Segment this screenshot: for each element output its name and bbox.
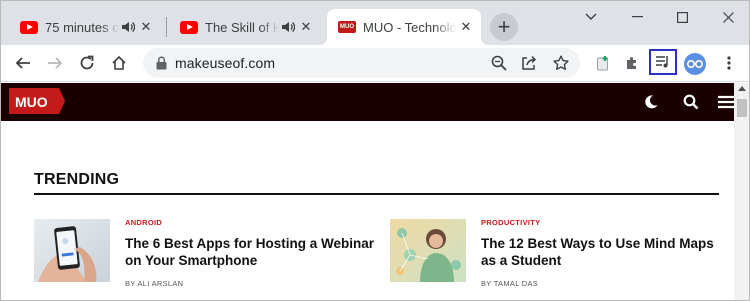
article-title-line[interactable]: as a Student xyxy=(481,252,714,269)
article-thumbnail[interactable] xyxy=(34,219,110,282)
muo-icon: MUO xyxy=(338,21,356,33)
scroll-thumb[interactable] xyxy=(737,99,747,117)
tab-title: The Skill of Hu xyxy=(205,19,279,35)
close-window-icon[interactable] xyxy=(705,1,749,33)
article-title[interactable]: The 6 Best Apps for Hosting a Webinar on… xyxy=(125,235,374,269)
article-category[interactable]: PRODUCTIVITY xyxy=(481,218,540,227)
article-title-line[interactable]: The 6 Best Apps for Hosting a Webinar xyxy=(125,235,374,252)
section-title: TRENDING xyxy=(34,171,120,188)
media-controls-button[interactable] xyxy=(649,49,677,75)
close-tab-icon[interactable]: ✕ xyxy=(457,18,475,36)
scroll-up-arrow-icon[interactable] xyxy=(738,86,746,91)
lock-icon[interactable] xyxy=(153,55,169,71)
close-tab-icon[interactable]: ✕ xyxy=(297,18,315,36)
page-scrollbar[interactable] xyxy=(734,83,749,300)
web-page: MUO TRENDING ANDROID The 6 Best Apps for… xyxy=(1,83,749,300)
article-title-line[interactable]: on Your Smartphone xyxy=(125,252,374,269)
dark-mode-moon-icon[interactable] xyxy=(641,92,661,112)
address-bar[interactable]: makeuseof.com xyxy=(143,48,580,78)
bookmark-star-icon[interactable] xyxy=(549,51,573,75)
tab-youtube-2[interactable]: The Skill of Hu ✕ xyxy=(169,9,321,45)
close-tab-icon[interactable]: ✕ xyxy=(137,18,155,36)
tab-separator xyxy=(166,17,167,37)
tab-search-icon[interactable] xyxy=(568,1,614,33)
home-icon[interactable] xyxy=(105,49,133,77)
youtube-icon xyxy=(20,20,38,34)
playlist-icon xyxy=(656,56,668,68)
article-thumbnail[interactable] xyxy=(390,219,466,282)
minimize-icon[interactable] xyxy=(614,1,660,33)
youtube-icon xyxy=(180,20,198,34)
browser-window: 75 minutes of ✕ The Skill of Hu ✕ MUO MU… xyxy=(0,0,750,301)
zoom-icon[interactable] xyxy=(487,51,511,75)
tab-title: MUO - Technology xyxy=(363,19,457,35)
search-icon[interactable] xyxy=(681,92,701,112)
speaker-icon[interactable] xyxy=(279,21,297,33)
extension-doc-icon[interactable] xyxy=(589,49,617,77)
tab-strip: 75 minutes of ✕ The Skill of Hu ✕ MUO MU… xyxy=(1,1,749,45)
svg-text:MUO: MUO xyxy=(15,94,48,110)
tab-youtube-1[interactable]: 75 minutes of ✕ xyxy=(9,9,161,45)
forward-icon[interactable] xyxy=(41,49,69,77)
article-title-line[interactable]: The 12 Best Ways to Use Mind Maps xyxy=(481,235,714,252)
article-author: BY ALI ARSLAN xyxy=(125,279,184,288)
share-icon[interactable] xyxy=(517,51,541,75)
article-author: BY TAMAL DAS xyxy=(481,279,539,288)
new-tab-button[interactable]: + xyxy=(490,13,518,41)
site-header: MUO xyxy=(1,83,734,121)
maximize-icon[interactable] xyxy=(659,1,705,33)
reload-icon[interactable] xyxy=(73,49,101,77)
speaker-icon[interactable] xyxy=(119,21,137,33)
url-text[interactable]: makeuseof.com xyxy=(175,55,275,71)
tab-title: 75 minutes of xyxy=(45,19,119,35)
hamburger-menu-icon[interactable] xyxy=(716,92,736,112)
article-category[interactable]: ANDROID xyxy=(125,218,162,227)
browser-toolbar: makeuseof.com xyxy=(1,45,749,82)
back-icon[interactable] xyxy=(9,49,37,77)
muo-logo[interactable]: MUO xyxy=(9,88,65,114)
extensions-puzzle-icon[interactable] xyxy=(618,49,646,77)
profile-avatar[interactable] xyxy=(684,53,706,75)
article-title[interactable]: The 12 Best Ways to Use Mind Maps as a S… xyxy=(481,235,714,269)
section-divider xyxy=(34,193,719,195)
tab-muo-active[interactable]: MUO MUO - Technology ✕ xyxy=(319,9,489,45)
menu-kebab-icon[interactable] xyxy=(715,49,743,77)
